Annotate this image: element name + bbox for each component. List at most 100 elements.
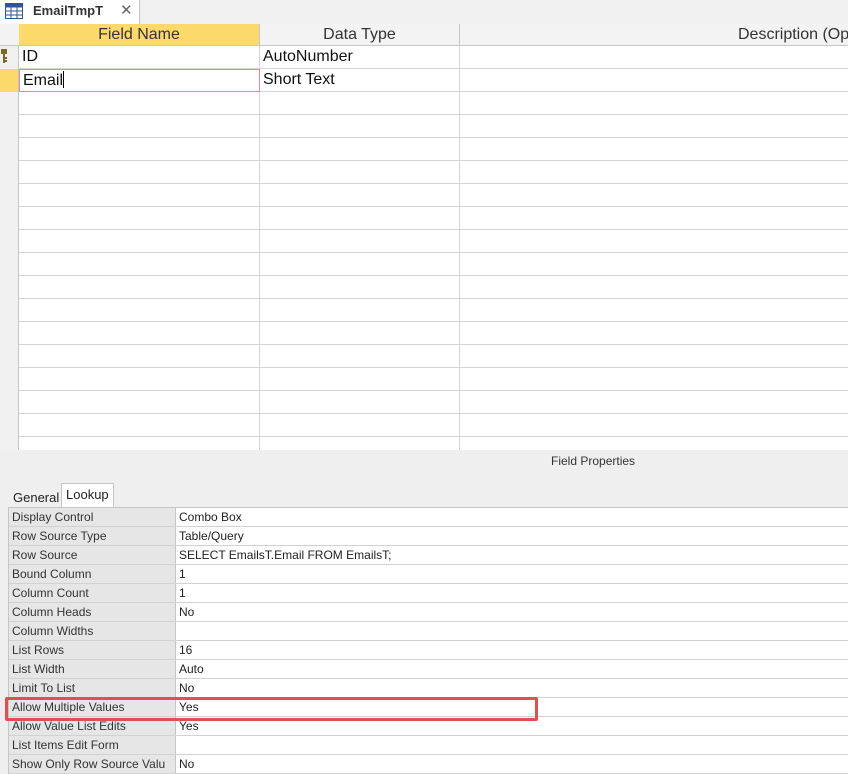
property-row: Row Source SELECT EmailsT.Email FROM Emai… <box>9 546 848 565</box>
empty-row[interactable] <box>0 276 848 299</box>
property-row: List Rows 16 <box>9 641 848 660</box>
description-header[interactable]: Description (Op <box>460 24 848 46</box>
empty-row[interactable] <box>0 253 848 276</box>
empty-row[interactable] <box>0 184 848 207</box>
property-value[interactable]: No <box>176 755 848 773</box>
row-selector[interactable] <box>0 207 19 230</box>
field-name-value: Email <box>23 72 64 89</box>
description-cell[interactable] <box>460 46 848 69</box>
property-value[interactable]: 1 <box>176 584 848 602</box>
tab-general[interactable]: General <box>8 486 64 508</box>
property-value[interactable]: No <box>176 679 848 697</box>
empty-row[interactable] <box>0 345 848 368</box>
property-name[interactable]: Show Only Row Source Valu <box>9 755 176 773</box>
row-selector[interactable] <box>0 230 19 253</box>
property-name[interactable]: Column Heads <box>9 603 176 621</box>
property-row: List Items Edit Form <box>9 736 848 755</box>
row-selector[interactable] <box>0 322 19 345</box>
property-value[interactable]: Yes <box>176 698 848 716</box>
property-value[interactable]: Yes <box>176 717 848 735</box>
table-icon <box>5 3 23 19</box>
data-type-cell[interactable]: Short Text <box>260 69 460 92</box>
data-type-header[interactable]: Data Type <box>260 24 460 46</box>
property-name[interactable]: Row Source Type <box>9 527 176 545</box>
property-row: List Width Auto <box>9 660 848 679</box>
property-name[interactable]: Display Control <box>9 508 176 526</box>
row-selector[interactable] <box>0 299 19 322</box>
property-value[interactable]: 16 <box>176 641 848 659</box>
empty-row[interactable] <box>0 92 848 115</box>
empty-row[interactable] <box>0 138 848 161</box>
row-selector[interactable] <box>0 184 19 207</box>
empty-row[interactable] <box>0 207 848 230</box>
row-selector[interactable] <box>0 138 19 161</box>
table-design-grid: Field Name Data Type Description (Op ID … <box>0 24 848 450</box>
property-name[interactable]: Bound Column <box>9 565 176 583</box>
corner-selector[interactable] <box>0 24 20 46</box>
empty-row[interactable] <box>0 161 848 184</box>
property-row-allow-multiple-values: Allow Multiple Values Yes <box>9 698 848 717</box>
empty-row[interactable] <box>0 230 848 253</box>
field-properties-pane: Field Properties General Lookup Display … <box>0 450 848 774</box>
property-row: Column Widths <box>9 622 848 641</box>
row-selector[interactable] <box>0 46 19 69</box>
row-selector[interactable] <box>0 345 19 368</box>
property-name[interactable]: Row Source <box>9 546 176 564</box>
table-row[interactable]: ID AutoNumber <box>0 46 848 69</box>
property-value[interactable]: Combo Box <box>176 508 848 526</box>
property-value[interactable]: No <box>176 603 848 621</box>
empty-row[interactable] <box>0 368 848 391</box>
property-row: Column Heads No <box>9 603 848 622</box>
property-name[interactable]: List Rows <box>9 641 176 659</box>
property-value[interactable] <box>176 622 848 640</box>
property-row: Limit To List No <box>9 679 848 698</box>
property-row: Bound Column 1 <box>9 565 848 584</box>
empty-row[interactable] <box>0 299 848 322</box>
empty-row[interactable] <box>0 414 848 437</box>
field-name-cell[interactable]: ID <box>19 46 260 69</box>
row-selector[interactable] <box>0 253 19 276</box>
tab-lookup[interactable]: Lookup <box>61 483 114 507</box>
close-icon[interactable]: ✕ <box>120 1 133 19</box>
row-selector[interactable] <box>0 92 19 115</box>
property-name[interactable]: List Items Edit Form <box>9 736 176 754</box>
property-row: Column Count 1 <box>9 584 848 603</box>
property-value[interactable]: SELECT EmailsT.Email FROM EmailsT; <box>176 546 848 564</box>
field-properties-title: Field Properties <box>551 454 636 468</box>
lookup-properties-table: Display Control Combo Box Row Source Type… <box>8 507 848 774</box>
property-name[interactable]: Allow Value List Edits <box>9 717 176 735</box>
row-selector-current[interactable] <box>0 69 19 92</box>
text-caret <box>63 71 65 88</box>
property-value[interactable] <box>176 736 848 754</box>
empty-row[interactable] <box>0 115 848 138</box>
table-row[interactable]: Email Short Text <box>0 69 848 92</box>
row-selector[interactable] <box>0 276 19 299</box>
empty-row[interactable] <box>0 391 848 414</box>
property-name[interactable]: Limit To List <box>9 679 176 697</box>
data-type-cell[interactable]: AutoNumber <box>260 46 460 69</box>
property-value[interactable]: Table/Query <box>176 527 848 545</box>
property-value[interactable]: 1 <box>176 565 848 583</box>
row-selector[interactable] <box>0 161 19 184</box>
field-name-header[interactable]: Field Name <box>19 24 260 46</box>
property-name[interactable]: Allow Multiple Values <box>9 698 176 716</box>
row-selector[interactable] <box>0 368 19 391</box>
property-value[interactable]: Auto <box>176 660 848 678</box>
property-name[interactable]: List Width <box>9 660 176 678</box>
property-row: Display Control Combo Box <box>9 508 848 527</box>
primary-key-icon <box>1 49 7 63</box>
document-tab[interactable]: EmailTmpT ✕ <box>0 0 140 24</box>
property-row: Show Only Row Source Valu No <box>9 755 848 774</box>
property-row: Allow Value List Edits Yes <box>9 717 848 736</box>
description-cell[interactable] <box>460 69 848 92</box>
field-rows: ID AutoNumber Email Short Text <box>0 46 848 437</box>
row-selector[interactable] <box>0 391 19 414</box>
row-selector[interactable] <box>0 115 19 138</box>
property-name[interactable]: Column Count <box>9 584 176 602</box>
property-row: Row Source Type Table/Query <box>9 527 848 546</box>
property-name[interactable]: Column Widths <box>9 622 176 640</box>
empty-row[interactable] <box>0 322 848 345</box>
field-name-cell-editing[interactable]: Email <box>19 69 260 92</box>
document-tab-strip: EmailTmpT ✕ <box>0 0 848 25</box>
row-selector[interactable] <box>0 414 19 437</box>
